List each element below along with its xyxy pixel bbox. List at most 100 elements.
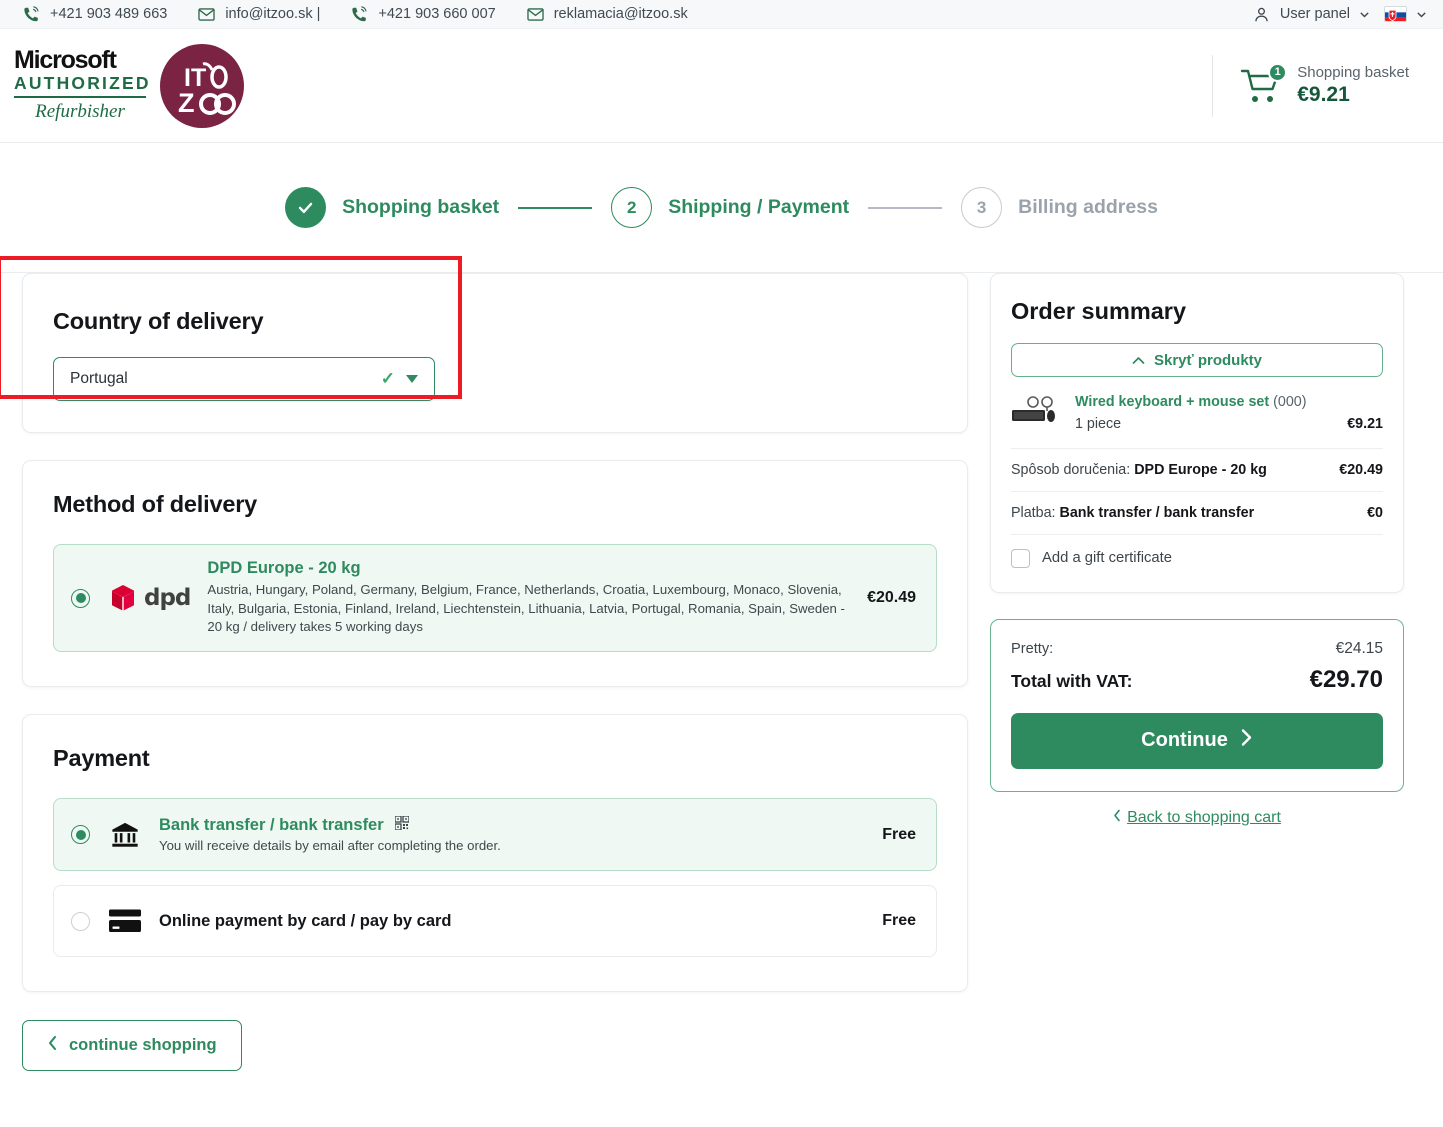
order-summary-title: Order summary [1011,298,1187,324]
shopping-basket-widget[interactable]: 1 Shopping basket €9.21 [1239,62,1427,108]
totals-pretty-label: Pretty: [1011,640,1054,657]
summary-delivery-value: DPD Europe - 20 kg [1134,461,1267,478]
delivery-option-radio[interactable] [71,588,90,608]
order-totals-card: Pretty: €24.15 Total with VAT: €29.70 Co… [990,618,1404,792]
gift-certificate-checkbox[interactable] [1011,548,1030,568]
contact-email-1-text: info@itzoo.sk | [225,6,321,22]
continue-shopping-button[interactable]: continue shopping [22,1020,242,1072]
summary-product-quantity: 1 piece [1075,415,1122,432]
delivery-option-description: Austria, Hungary, Poland, Germany, Belgi… [207,582,845,635]
summary-line-payment-text: Platba: Bank transfer / bank transfer [1011,505,1254,521]
payment-option-description-bank: You will receive details by email after … [159,838,501,854]
totals-vat-label: Total with VAT: [1011,670,1133,691]
chevron-down-icon [1416,9,1427,20]
checkout-main: Country of delivery Portugal ✓ Method of… [0,256,1443,1072]
summary-product-row[interactable]: Wired keyboard + mouse set (000) 1 piece… [1011,377,1383,448]
hide-products-button[interactable]: Skryť produkty [1011,343,1383,377]
contact-phone-1[interactable]: +421 903 489 663 [22,5,167,24]
chevron-left-icon [1113,809,1121,827]
contact-phone-1-text: +421 903 489 663 [50,6,168,22]
totals-vat-line: Total with VAT: €29.70 [1011,666,1383,694]
svg-text:Z: Z [178,88,195,118]
payment-option-body-bank: Bank transfer / bank transfer You will r… [159,815,862,854]
summary-product-info: Wired keyboard + mouse set (000) 1 piece… [1075,393,1383,432]
top-contacts: +421 903 489 663 info@itzoo.sk | +421 90… [22,5,1252,24]
order-summary-card: Order summary Skryť produkty Wired keybo… [990,273,1404,593]
step-3-label: Billing address [1018,196,1158,218]
contact-email-2-text: reklamacia@itzoo.sk [553,6,688,22]
summary-product-code: (000) [1273,394,1307,410]
dpd-wordmark: dpd [144,585,191,612]
basket-text-block: Shopping basket €9.21 [1297,64,1409,108]
step-shipping-payment[interactable]: 2 Shipping / Payment [611,187,849,228]
summary-product-name: Wired keyboard + mouse set (000) [1075,393,1383,412]
payment-option-radio-card[interactable] [71,911,90,931]
summary-product-qty-line: 1 piece €9.21 [1075,416,1383,432]
delivery-option-dpd-europe[interactable]: dpd DPD Europe - 20 kg Austria, Hungary,… [53,544,937,653]
continue-shopping-wrap: continue shopping [22,992,968,1072]
flag-sk-icon [1384,6,1407,22]
summary-product-name-text: Wired keyboard + mouse set [1075,394,1270,410]
language-selector[interactable] [1384,6,1427,22]
payment-option-price-bank: Free [882,825,916,843]
step-2-label: Shipping / Payment [668,196,850,218]
summary-line-payment: Platba: Bank transfer / bank transfer €0 [1011,490,1383,534]
summary-delivery-label: Spôsob doručenia: [1011,461,1131,478]
basket-icon-wrap: 1 [1239,62,1288,106]
contact-phone-2[interactable]: +421 903 660 007 [350,5,496,24]
step-3-circle: 3 [961,187,1003,228]
payment-option-name-line: Bank transfer / bank transfer [159,815,862,835]
continue-button[interactable]: Continue [1011,712,1383,769]
summary-payment-label: Platba: [1011,504,1056,521]
top-right-controls: User panel [1252,5,1427,24]
chevron-left-icon [47,1035,58,1056]
credit-card-icon [107,909,143,933]
country-select[interactable]: Portugal ✓ [53,357,435,401]
continue-button-label: Continue [1141,729,1228,752]
basket-count-badge: 1 [1268,62,1288,82]
user-icon [1252,5,1271,24]
phone-icon [22,5,41,24]
summary-product-price: €9.21 [1347,415,1383,432]
dpd-logo: dpd [107,582,191,614]
contact-email-1[interactable]: info@itzoo.sk | [197,5,320,24]
delivery-option-name: DPD Europe - 20 kg [207,559,361,577]
qr-code-icon [394,815,410,835]
site-logo[interactable]: Microsoft AUTHORIZED Refurbisher IT Z [14,43,244,128]
checkout-left-column: Country of delivery Portugal ✓ Method of… [0,256,968,1072]
method-of-delivery-card: Method of delivery dpd DPD Europe - 20 k… [22,460,968,688]
back-to-shopping-cart-label: Back to shopping cart [1127,808,1281,826]
shopping-cart-icon [1239,69,1283,110]
mail-icon [197,5,216,24]
logo-authorized-text: AUTHORIZED [14,73,149,99]
step-1-label: Shopping basket [342,196,500,218]
totals-pretty-line: Pretty: €24.15 [1011,640,1383,658]
back-to-shopping-cart-link[interactable]: Back to shopping cart [990,809,1404,827]
check-icon: ✓ [380,369,395,388]
basket-total-price: €9.21 [1297,83,1350,107]
payment-option-price-card: Free [882,912,916,930]
hide-products-label: Skryť produkty [1153,351,1263,369]
summary-payment-price: €0 [1367,504,1383,521]
summary-delivery-price: €20.49 [1339,461,1383,478]
delivery-option-body: DPD Europe - 20 kg Austria, Hungary, Pol… [207,559,845,637]
keyboard-mouse-thumbnail-icon [1011,393,1063,429]
payment-option-radio-bank[interactable] [71,825,90,845]
itzoo-logo: IT Z [160,43,244,128]
check-icon [298,202,313,214]
country-of-delivery-title: Country of delivery [53,308,264,334]
bank-icon [107,820,143,850]
gift-certificate-row[interactable]: Add a gift certificate [1011,533,1383,570]
country-select-value: Portugal [70,370,128,387]
method-of-delivery-title: Method of delivery [53,491,258,517]
chevron-up-icon [1132,352,1145,369]
chevron-right-icon [1240,728,1253,753]
payment-option-online-card[interactable]: Online payment by card / pay by card Fre… [53,885,937,958]
user-panel-menu[interactable]: User panel [1252,5,1370,24]
step-shopping-basket[interactable]: Shopping basket [285,187,499,228]
summary-line-delivery: Spôsob doručenia: DPD Europe - 20 kg €20… [1011,447,1383,491]
contact-email-2[interactable]: reklamacia@itzoo.sk [526,5,688,24]
payment-option-bank-transfer[interactable]: Bank transfer / bank transfer You will r… [53,798,937,872]
basket-label: Shopping basket [1297,63,1409,81]
totals-vat-value: €29.70 [1309,665,1383,693]
